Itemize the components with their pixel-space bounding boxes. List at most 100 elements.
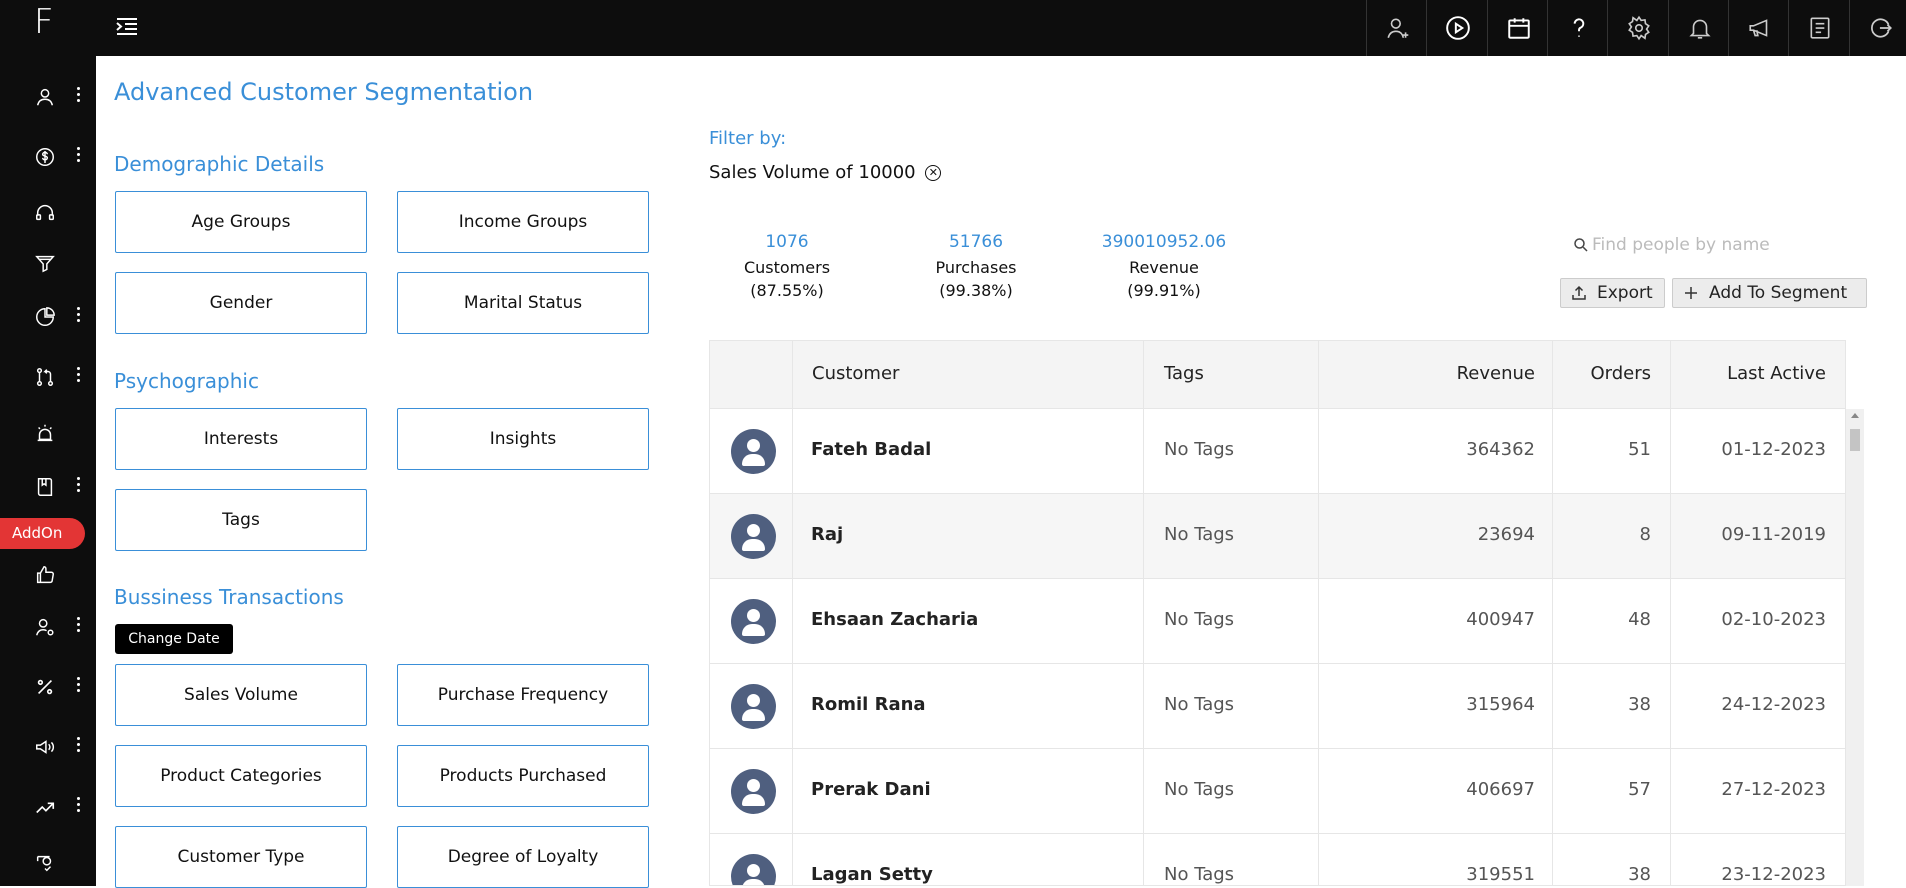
avatar xyxy=(731,514,776,559)
column-header-tags[interactable]: Tags xyxy=(1164,363,1204,384)
column-divider xyxy=(1318,341,1319,885)
customer-revenue: 315964 xyxy=(1466,694,1535,715)
avatar xyxy=(731,599,776,644)
customer-type-button[interactable]: Customer Type xyxy=(115,826,367,888)
percent-icon xyxy=(37,679,53,695)
more-options-icon[interactable] xyxy=(74,365,82,387)
sidebar-item-user-settings[interactable] xyxy=(0,606,96,646)
customer-revenue: 400947 xyxy=(1466,609,1535,630)
notifications-button[interactable] xyxy=(1668,0,1728,56)
table-row[interactable]: Prerak Dani No Tags 406697 57 27-12-2023 xyxy=(710,749,1845,834)
customer-table: Customer Tags Revenue Orders Last Active… xyxy=(709,340,1846,886)
add-user-icon xyxy=(1387,18,1409,38)
book-icon xyxy=(37,478,53,496)
calendar-button[interactable] xyxy=(1487,0,1547,56)
sidebar-item-sales[interactable] xyxy=(0,136,96,176)
customer-name[interactable]: Raj xyxy=(811,524,843,545)
top-bar xyxy=(96,0,1906,56)
table-row[interactable]: Lagan Setty No Tags 319551 38 23-12-2023 xyxy=(710,834,1845,885)
income-groups-button[interactable]: Income Groups xyxy=(397,191,649,253)
customer-revenue: 23694 xyxy=(1477,524,1535,545)
sidebar-item-campaigns[interactable] xyxy=(0,726,96,766)
customer-orders: 38 xyxy=(1628,864,1651,885)
search-input[interactable] xyxy=(1592,232,1862,258)
more-options-icon[interactable] xyxy=(74,145,82,167)
customer-last-active: 23-12-2023 xyxy=(1721,864,1826,885)
customer-last-active: 02-10-2023 xyxy=(1721,609,1826,630)
customer-name[interactable]: Lagan Setty xyxy=(811,864,933,885)
sidebar-item-catalog[interactable] xyxy=(0,466,96,506)
play-button[interactable] xyxy=(1426,0,1486,56)
gender-button[interactable]: Gender xyxy=(115,272,367,334)
table-row[interactable]: Fateh Badal No Tags 364362 51 01-12-2023 xyxy=(710,409,1845,494)
help-button[interactable] xyxy=(1547,0,1607,56)
customer-name[interactable]: Prerak Dani xyxy=(811,779,931,800)
products-purchased-button[interactable]: Products Purchased xyxy=(397,745,649,807)
customer-name[interactable]: Fateh Badal xyxy=(811,439,931,460)
sidebar-item-analytics[interactable] xyxy=(0,786,96,826)
addon-badge[interactable]: AddOn xyxy=(0,518,85,549)
more-options-icon[interactable] xyxy=(74,735,82,757)
add-to-segment-button[interactable]: Add To Segment xyxy=(1672,278,1867,308)
announcements-button[interactable] xyxy=(1728,0,1788,56)
sidebar-item-config[interactable] xyxy=(0,842,96,882)
scroll-up-icon[interactable] xyxy=(1851,413,1859,418)
column-header-customer[interactable]: Customer xyxy=(812,363,899,384)
settings-button[interactable] xyxy=(1607,0,1667,56)
table-row[interactable]: Raj No Tags 23694 8 09-11-2019 xyxy=(710,494,1845,579)
scrollbar-thumb[interactable] xyxy=(1850,429,1860,451)
age-groups-button[interactable]: Age Groups xyxy=(115,191,367,253)
tags-button[interactable]: Tags xyxy=(115,489,367,551)
more-options-icon[interactable] xyxy=(74,475,82,497)
more-options-icon[interactable] xyxy=(74,305,82,327)
customer-name[interactable]: Romil Rana xyxy=(811,694,926,715)
sidebar-item-reports[interactable] xyxy=(0,296,96,336)
column-header-orders[interactable]: Orders xyxy=(1590,363,1651,384)
more-options-icon[interactable] xyxy=(74,85,82,107)
sidebar-item-workflow[interactable] xyxy=(0,356,96,396)
insights-button[interactable]: Insights xyxy=(397,408,649,470)
sidebar-item-users[interactable] xyxy=(0,76,96,116)
sidebar-item-alerts[interactable] xyxy=(0,412,96,452)
product-categories-button[interactable]: Product Categories xyxy=(115,745,367,807)
close-circle-icon[interactable]: ✕ xyxy=(925,165,942,181)
sidebar: F AddOn xyxy=(0,0,96,886)
active-filter-label: Sales Volume of 10000 xyxy=(709,162,916,183)
column-header-revenue[interactable]: Revenue xyxy=(1457,363,1535,384)
customer-revenue: 319551 xyxy=(1466,864,1535,885)
page-title: Advanced Customer Segmentation xyxy=(114,78,534,106)
menu-toggle-icon[interactable] xyxy=(114,14,140,40)
sidebar-item-feedback[interactable] xyxy=(0,554,96,594)
more-options-icon[interactable] xyxy=(74,615,82,637)
stat-revenue: 390010952.06 Revenue (99.91%) xyxy=(1089,232,1239,300)
add-user-button[interactable] xyxy=(1366,0,1426,56)
interests-button[interactable]: Interests xyxy=(115,408,367,470)
customer-tags: No Tags xyxy=(1164,439,1235,460)
logout-button[interactable] xyxy=(1849,0,1906,56)
pie-chart-icon xyxy=(36,307,55,326)
degree-of-loyalty-button[interactable]: Degree of Loyalty xyxy=(397,826,649,888)
sales-volume-button[interactable]: Sales Volume xyxy=(115,664,367,726)
table-scrollbar[interactable] xyxy=(1846,409,1864,886)
marital-status-button[interactable]: Marital Status xyxy=(397,272,649,334)
stat-label: Revenue xyxy=(1129,258,1199,277)
calendar-icon xyxy=(1508,18,1530,39)
customer-revenue: 406697 xyxy=(1466,779,1535,800)
more-options-icon[interactable] xyxy=(74,675,82,697)
sidebar-item-support[interactable] xyxy=(0,192,96,232)
user-settings-icon xyxy=(36,618,54,636)
sidebar-item-discounts[interactable] xyxy=(0,666,96,706)
more-options-icon[interactable] xyxy=(74,795,82,817)
play-icon xyxy=(1446,16,1470,40)
table-row[interactable]: Ehsaan Zacharia No Tags 400947 48 02-10-… xyxy=(710,579,1845,664)
filter-label: Filter by: xyxy=(709,128,787,149)
column-header-last-active[interactable]: Last Active xyxy=(1727,363,1826,384)
table-row[interactable]: Romil Rana No Tags 315964 38 24-12-2023 xyxy=(710,664,1845,749)
sidebar-item-funnel[interactable] xyxy=(0,242,96,282)
reports-button[interactable] xyxy=(1788,0,1848,56)
customer-orders: 51 xyxy=(1628,439,1651,460)
customer-revenue: 364362 xyxy=(1466,439,1535,460)
purchase-frequency-button[interactable]: Purchase Frequency xyxy=(397,664,649,726)
customer-name[interactable]: Ehsaan Zacharia xyxy=(811,609,978,630)
export-button[interactable]: Export xyxy=(1560,278,1665,308)
